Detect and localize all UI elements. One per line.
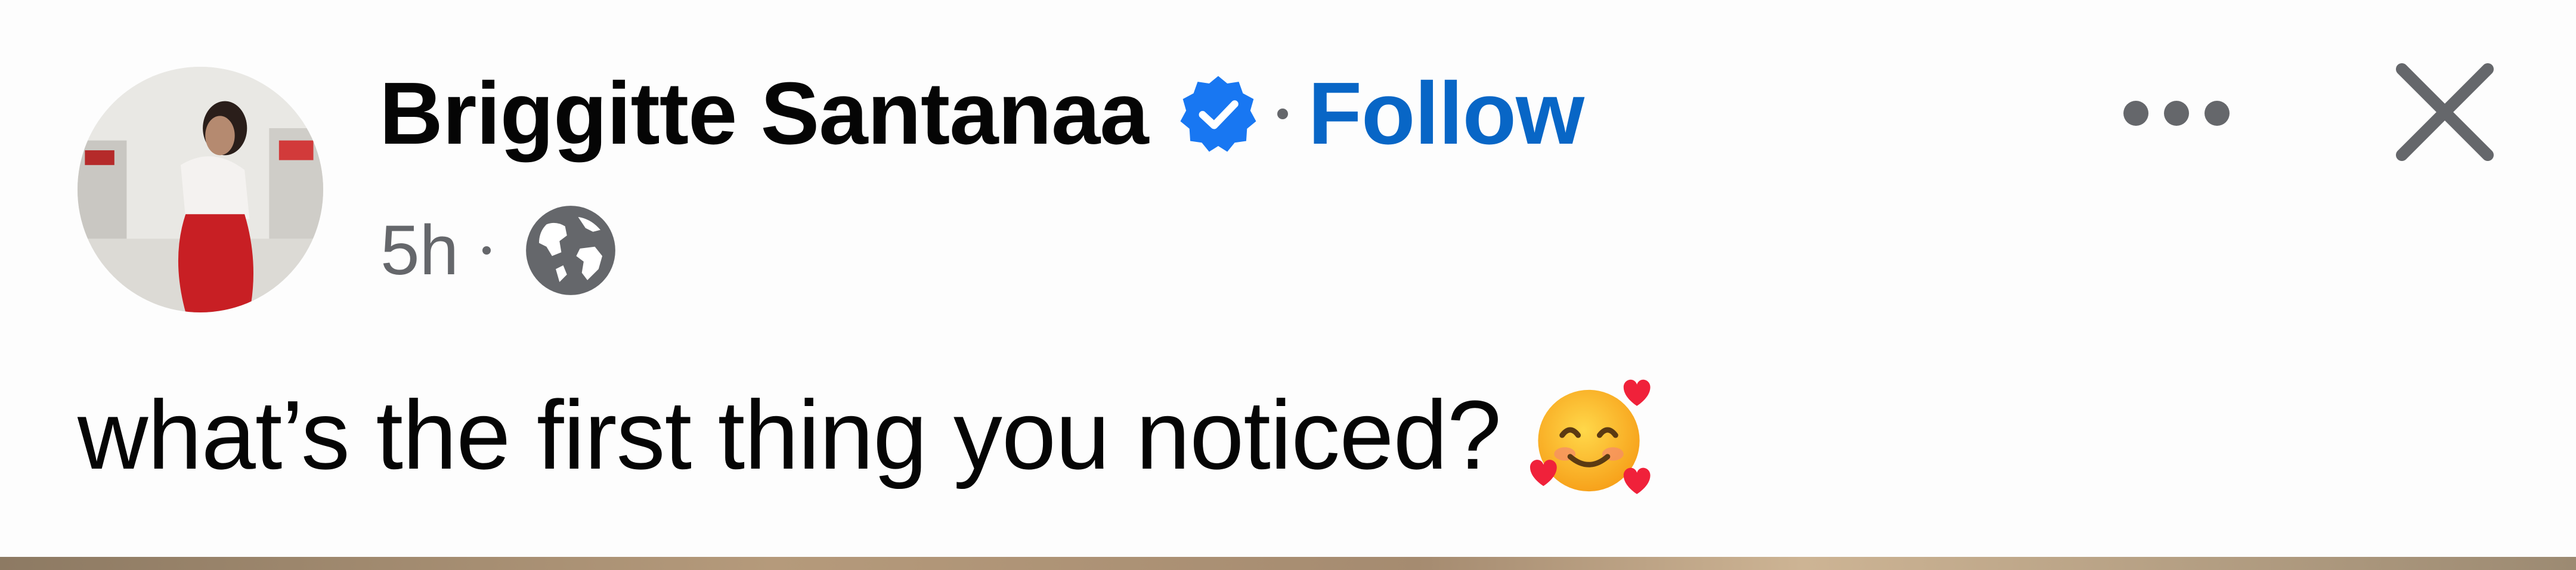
- close-icon: [2396, 63, 2494, 161]
- more-options-button[interactable]: [2105, 78, 2248, 149]
- post-header-view: Briggitte Santanaa Follow 5h what’s the …: [0, 0, 2576, 570]
- author-row: Briggitte Santanaa Follow: [379, 57, 1584, 171]
- author-name[interactable]: Briggitte Santanaa: [379, 63, 1149, 165]
- separator-dot: [1277, 109, 1288, 119]
- avatar[interactable]: [78, 67, 323, 312]
- verified-badge-icon: [1177, 73, 1259, 155]
- more-options-icon-dot: [2205, 101, 2230, 126]
- post-caption: what’s the first thing you noticed?: [78, 380, 1501, 490]
- smiling-face-with-hearts-icon: [1525, 368, 1658, 502]
- post-meta: 5h: [380, 203, 617, 298]
- avatar-photo: [78, 67, 323, 312]
- more-options-icon-dot: [2164, 101, 2189, 126]
- globe-icon[interactable]: [524, 204, 617, 297]
- follow-button[interactable]: Follow: [1308, 63, 1585, 165]
- meta-separator-dot: [482, 246, 491, 255]
- post-media-preview[interactable]: [0, 557, 2576, 570]
- more-options-icon: [2123, 101, 2148, 126]
- timestamp[interactable]: 5h: [380, 210, 459, 291]
- post-text: what’s the first thing you noticed?: [78, 376, 1658, 495]
- close-button[interactable]: [2385, 52, 2504, 172]
